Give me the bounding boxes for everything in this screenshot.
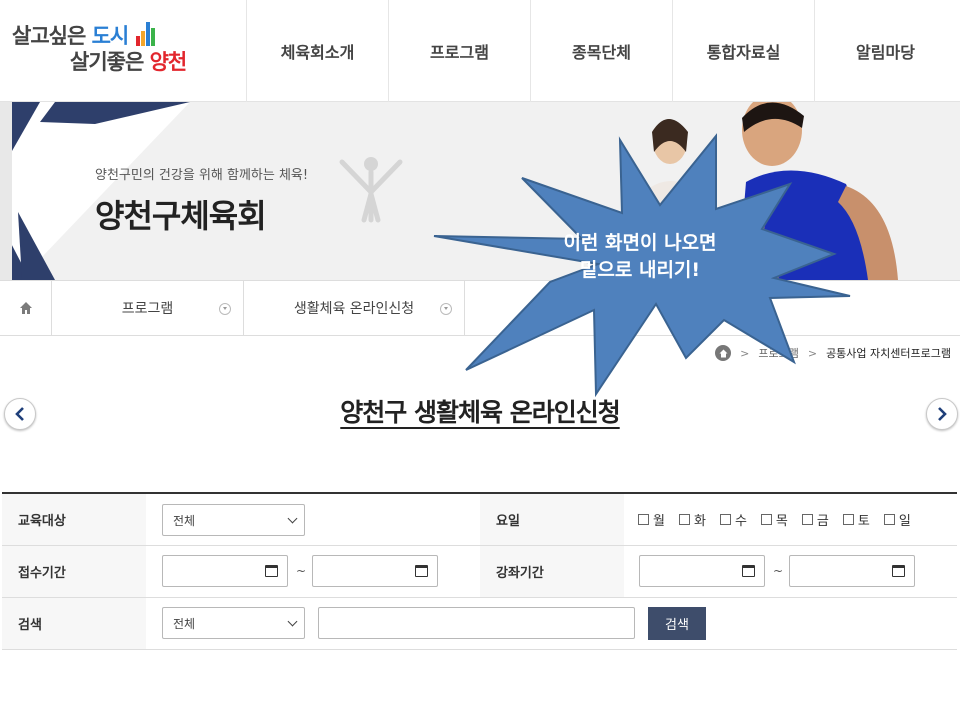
- reception-end-date-input[interactable]: [312, 555, 438, 587]
- checkbox[interactable]: [678, 514, 690, 525]
- day-checkbox-sat[interactable]: 토: [842, 510, 870, 529]
- checkbox[interactable]: [638, 514, 649, 525]
- form-row-period: 접수기간 ~ 강좌기간 ~: [2, 546, 957, 598]
- form-row-search: 검색 전체 검색: [2, 598, 957, 650]
- calendar-icon[interactable]: [742, 565, 755, 577]
- logo-text-gray2: 살기좋은: [70, 50, 150, 74]
- search-input[interactable]: [318, 607, 635, 639]
- day-label-sat: 토: [857, 514, 870, 529]
- calendar-icon[interactable]: [892, 565, 905, 577]
- starburst-callout-text: 이런 화면이 나오면 밑으로 내리기!: [500, 230, 780, 284]
- nav-item-notices[interactable]: 알림마당: [814, 0, 956, 102]
- range-tilde: ~: [296, 564, 307, 578]
- day-checkbox-mon[interactable]: 월: [638, 510, 665, 529]
- lecture-end-date-input[interactable]: [789, 555, 915, 587]
- range-tilde: ~: [773, 564, 784, 578]
- subnav-dropdown-menu[interactable]: 프로그램: [52, 281, 244, 335]
- main-nav: 체육회소개 프로그램 종목단체 통합자료실 알림마당: [246, 0, 956, 102]
- subnav-dropdown-submenu-label: 생활체육 온라인신청: [293, 301, 415, 317]
- checkbox[interactable]: [719, 514, 731, 525]
- nav-item-about[interactable]: 체육회소개: [246, 0, 388, 102]
- logo-bars-icon: [136, 22, 158, 46]
- day-checkbox-wed[interactable]: 수: [719, 510, 747, 529]
- banner-subtitle: 양천구민의 건강을 위해 함께하는 체육!: [95, 168, 309, 183]
- callout-line2: 밑으로 내리기!: [579, 259, 701, 281]
- nav-item-sports-groups[interactable]: 종목단체: [530, 0, 672, 102]
- search-button[interactable]: 검색: [648, 607, 706, 640]
- banner-title: 양천구체육회: [95, 197, 267, 235]
- reception-start-date-input[interactable]: [162, 555, 288, 587]
- nav-item-resources[interactable]: 통합자료실: [672, 0, 814, 102]
- logo-text-blue: 도시: [91, 24, 130, 48]
- search-label: 검색: [2, 598, 146, 649]
- calendar-icon[interactable]: [415, 565, 428, 577]
- page-title-text: 양천구 생활체육 온라인신청: [340, 398, 620, 427]
- lecture-period-label: 강좌기간: [480, 546, 624, 597]
- logo-line1: 살고싶은 도시: [12, 24, 130, 48]
- chevron-right-icon: [938, 407, 947, 421]
- day-label-sun: 일: [898, 514, 911, 529]
- logo-text-red: 양천: [149, 50, 188, 74]
- nav-item-program[interactable]: 프로그램: [388, 0, 530, 102]
- checkbox[interactable]: [883, 514, 895, 525]
- day-label-fri: 금: [816, 514, 829, 529]
- form-row-target: 교육대상 전체 요일 월 화 수 목 금 토 일: [2, 494, 957, 546]
- banner-text: 양천구민의 건강을 위해 함께하는 체육! 양천구체육회: [95, 164, 308, 237]
- day-checkbox-thu[interactable]: 목: [760, 510, 788, 529]
- checkbox[interactable]: [801, 514, 813, 525]
- chevron-down-icon: [287, 513, 298, 524]
- day-checkbox-group: 월 화 수 목 금 토 일: [638, 494, 925, 545]
- stick-figure-icon: [336, 154, 406, 228]
- callout-line1: 이런 화면이 나오면: [563, 232, 717, 254]
- day-checkbox-fri[interactable]: 금: [801, 510, 829, 529]
- site-header: 살고싶은 도시 살기좋은 양천 체육회소개 프로그램 종목단체 통합자료실 알림…: [0, 0, 960, 102]
- home-icon: [19, 302, 32, 314]
- day-checkbox-tue[interactable]: 화: [678, 510, 706, 529]
- day-label-tue: 화: [693, 514, 706, 529]
- page-title: 양천구 생활체육 온라인신청: [0, 393, 960, 429]
- search-type-select[interactable]: 전체: [162, 607, 305, 639]
- day-checkbox-sun[interactable]: 일: [883, 510, 911, 529]
- target-select-value: 전체: [173, 513, 196, 528]
- day-label-mon: 월: [653, 514, 665, 529]
- search-form: 교육대상 전체 요일 월 화 수 목 금 토 일 접수기간 ~ 강좌기간 ~ 검…: [2, 492, 957, 650]
- logo-line2: 살기좋은 양천: [70, 50, 188, 74]
- subnav-home-button[interactable]: [0, 281, 52, 335]
- checkbox[interactable]: [842, 514, 854, 525]
- day-label-thu: 목: [775, 514, 788, 529]
- target-select[interactable]: 전체: [162, 504, 305, 536]
- day-label-wed: 수: [734, 514, 747, 529]
- calendar-icon[interactable]: [265, 565, 278, 577]
- target-label: 교육대상: [2, 494, 146, 545]
- lecture-start-date-input[interactable]: [639, 555, 765, 587]
- search-type-select-value: 전체: [173, 616, 196, 631]
- subnav-dropdown-menu-label: 프로그램: [121, 301, 174, 317]
- chevron-down-icon: [287, 616, 298, 627]
- next-arrow-button[interactable]: [926, 398, 958, 430]
- checkbox[interactable]: [760, 514, 772, 525]
- chevron-down-icon: [219, 303, 231, 315]
- site-logo[interactable]: 살고싶은 도시 살기좋은 양천: [12, 22, 212, 82]
- day-label: 요일: [480, 494, 624, 545]
- logo-text-gray: 살고싶은: [12, 24, 92, 48]
- reception-period-label: 접수기간: [2, 546, 146, 597]
